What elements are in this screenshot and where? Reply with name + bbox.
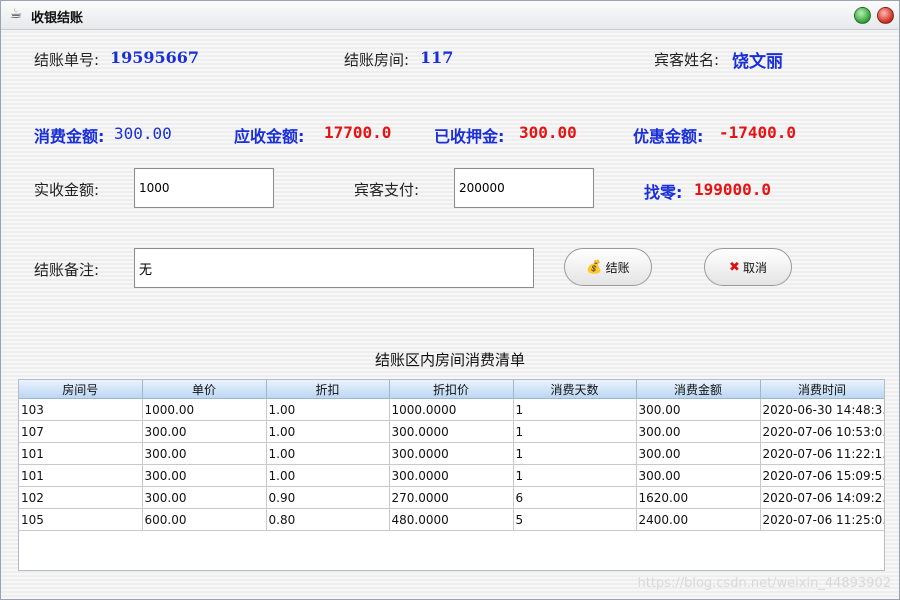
room-value: 117 — [420, 48, 454, 67]
table-cell: 2020-07-06 11:22:1... — [760, 442, 884, 465]
actual-amount-input[interactable] — [134, 168, 274, 208]
consume-label: 消费金额: — [34, 127, 105, 146]
table-cell: 1000.00 — [142, 398, 267, 421]
table-row[interactable]: 101 300.00 1.00 300.0000 1 300.00 2020-0… — [19, 464, 884, 487]
table-row[interactable]: 107 300.00 1.00 300.0000 1 300.00 2020-0… — [19, 420, 884, 443]
title-bar[interactable]: ☕ 收银结账 — [1, 1, 899, 30]
actual-amount-label: 实收金额: — [34, 181, 100, 199]
receivable-value: 17700.0 — [324, 123, 392, 142]
money-bag-icon: 💰 — [586, 259, 603, 275]
table-cell: 2020-07-06 11:25:0... — [760, 508, 884, 531]
remark-label: 结账备注: — [34, 261, 100, 279]
table-cell: 1 — [513, 398, 637, 421]
table-row[interactable]: 102 300.00 0.90 270.0000 6 1620.00 2020-… — [19, 486, 884, 509]
consumption-table[interactable]: 房间号 单价 折扣 折扣价 消费天数 消费金额 消费时间 103 1000.00… — [18, 379, 885, 571]
guest-name-value: 饶文丽 — [732, 52, 783, 72]
change-label: 找零: — [644, 183, 683, 202]
bill-no-value: 19595667 — [110, 48, 200, 67]
deposit-value: 300.00 — [519, 123, 577, 142]
column-header-time[interactable]: 消费时间 — [760, 380, 884, 399]
table-cell: 300.00 — [142, 442, 267, 465]
window-title: 收银结账 — [31, 11, 84, 26]
guest-pay-label: 宾客支付: — [354, 181, 420, 199]
table-cell: 2020-07-06 10:53:0... — [760, 420, 884, 443]
table-cell: 107 — [19, 420, 143, 443]
table-cell: 1620.00 — [636, 486, 761, 509]
table-cell: 1.00 — [266, 442, 390, 465]
table-cell: 2020-07-06 15:09:5... — [760, 464, 884, 487]
column-header-unit-price[interactable]: 单价 — [142, 380, 267, 399]
settle-button-label: 结账 — [605, 260, 630, 275]
table-cell: 300.0000 — [389, 464, 514, 487]
table-cell: 1000.0000 — [389, 398, 514, 421]
cancel-button-label: 取消 — [742, 260, 767, 275]
table-row[interactable]: 103 1000.00 1.00 1000.0000 1 300.00 2020… — [19, 398, 884, 421]
table-cell: 0.90 — [266, 486, 390, 509]
table-cell: 1.00 — [266, 464, 390, 487]
minimize-button[interactable] — [854, 7, 871, 24]
cancel-button[interactable]: ✖ 取消 — [704, 248, 792, 286]
remark-input[interactable] — [134, 248, 534, 288]
table-row[interactable]: 101 300.00 1.00 300.0000 1 300.00 2020-0… — [19, 442, 884, 465]
table-cell: 101 — [19, 442, 143, 465]
table-cell: 300.00 — [636, 464, 761, 487]
bill-no-label: 结账单号: — [34, 51, 100, 69]
discount-label: 优惠金额: — [633, 127, 704, 146]
consume-value: 300.00 — [114, 124, 172, 143]
table-cell: 6 — [513, 486, 637, 509]
room-label: 结账房间: — [344, 51, 410, 69]
column-header-amount[interactable]: 消费金额 — [636, 380, 761, 399]
guest-label: 宾客姓名: — [654, 51, 720, 69]
column-header-room-no[interactable]: 房间号 — [19, 380, 143, 399]
java-cup-icon: ☕ — [9, 6, 23, 22]
consumption-list-title: 结账区内房间消费清单 — [374, 351, 525, 369]
table-cell: 105 — [19, 508, 143, 531]
table-cell: 600.00 — [142, 508, 267, 531]
table-cell: 300.0000 — [389, 420, 514, 443]
table-cell: 1.00 — [266, 420, 390, 443]
table-cell: 300.0000 — [389, 442, 514, 465]
table-cell: 480.0000 — [389, 508, 514, 531]
column-header-days[interactable]: 消费天数 — [513, 380, 637, 399]
table-cell: 102 — [19, 486, 143, 509]
receivable-label: 应收金额: — [234, 127, 305, 146]
column-header-discount[interactable]: 折扣 — [266, 380, 390, 399]
discount-value: -17400.0 — [719, 123, 797, 142]
watermark-text: https://blog.csdn.net/weixin_44893902 — [637, 576, 891, 591]
table-cell: 1 — [513, 464, 637, 487]
table-cell: 300.00 — [142, 464, 267, 487]
table-cell: 1 — [513, 420, 637, 443]
table-cell: 270.0000 — [389, 486, 514, 509]
table-cell: 1.00 — [266, 398, 390, 421]
table-cell: 300.00 — [636, 442, 761, 465]
x-icon: ✖ — [729, 259, 740, 275]
close-button[interactable] — [877, 7, 894, 24]
table-cell: 1 — [513, 442, 637, 465]
table-cell: 300.00 — [636, 398, 761, 421]
deposit-label: 已收押金: — [434, 127, 505, 146]
table-cell: 2020-07-06 14:09:2... — [760, 486, 884, 509]
table-cell: 300.00 — [142, 486, 267, 509]
checkout-window: ☕ 收银结账 结账单号: 19595667 结账房间: 117 宾客姓名: 饶文… — [0, 0, 900, 600]
guest-pay-input[interactable] — [454, 168, 594, 208]
table-cell: 300.00 — [142, 420, 267, 443]
table-cell: 2400.00 — [636, 508, 761, 531]
change-value: 199000.0 — [694, 180, 772, 199]
settle-button[interactable]: 💰 结账 — [564, 248, 652, 286]
table-cell: 5 — [513, 508, 637, 531]
table-cell: 300.00 — [636, 420, 761, 443]
table-cell: 101 — [19, 464, 143, 487]
table-cell: 0.80 — [266, 508, 390, 531]
table-cell: 103 — [19, 398, 143, 421]
table-cell: 2020-06-30 14:48:3... — [760, 398, 884, 421]
table-row[interactable]: 105 600.00 0.80 480.0000 5 2400.00 2020-… — [19, 508, 884, 531]
column-header-discounted-price[interactable]: 折扣价 — [389, 380, 514, 399]
table-header-row: 房间号 单价 折扣 折扣价 消费天数 消费金额 消费时间 — [19, 380, 884, 399]
